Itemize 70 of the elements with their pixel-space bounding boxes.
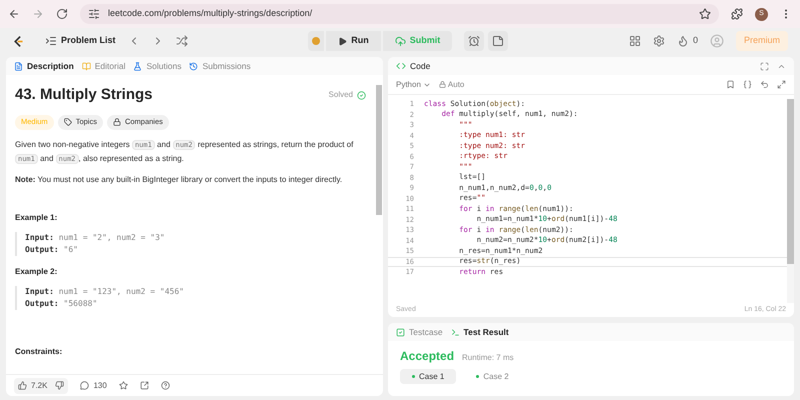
bookmark-star-icon[interactable] <box>699 8 711 20</box>
logo-icon[interactable] <box>12 34 25 48</box>
streak-icon <box>676 35 689 47</box>
panel-tab[interactable]: Description <box>14 60 74 72</box>
layout-icon[interactable] <box>628 35 641 47</box>
streak-count: 0 <box>692 34 698 48</box>
solved-status: Solved <box>328 89 353 102</box>
thumbs-down-icon[interactable] <box>55 381 64 390</box>
comment-count: 130 <box>93 380 107 392</box>
help-icon[interactable] <box>160 381 170 390</box>
constraints-heading: Constraints: <box>15 346 64 358</box>
like-count: 7.2K <box>31 380 48 392</box>
scrollbar[interactable] <box>787 99 794 303</box>
terminal-icon <box>450 328 460 336</box>
reload-icon[interactable] <box>56 8 68 20</box>
check-circle-icon <box>357 90 366 100</box>
problem-list-link[interactable]: Problem List <box>61 34 116 48</box>
comment-icon[interactable] <box>80 381 90 390</box>
address-bar[interactable]: leetcode.com/problems/multiply-strings/description/ <box>80 4 719 24</box>
example-line: Output: "56088" <box>25 298 98 310</box>
bookmark-icon[interactable] <box>726 80 735 89</box>
thumbs-up-icon[interactable] <box>18 381 27 390</box>
extensions-icon[interactable] <box>731 8 743 20</box>
panel-title: Code <box>410 60 430 72</box>
site-settings-icon[interactable] <box>88 8 100 20</box>
example-line: Output: "6" <box>25 244 79 256</box>
alarm-clock-icon <box>468 35 480 47</box>
settings-icon[interactable] <box>652 35 665 47</box>
url-text: leetcode.com/problems/multiply-strings/description/ <box>108 7 312 20</box>
tag-icon <box>64 118 72 126</box>
mode-label: Auto <box>448 78 464 90</box>
case-tab[interactable]: Case 1 <box>400 369 456 384</box>
code-icon <box>396 61 406 71</box>
list-icon[interactable] <box>45 35 57 47</box>
notes-button[interactable] <box>488 31 508 51</box>
checkbox-icon <box>396 328 405 336</box>
tab-icon <box>82 62 91 70</box>
example-line: Input: num1 = "123", num2 = "456" <box>25 286 185 298</box>
star-icon[interactable] <box>118 381 128 390</box>
lock-icon <box>112 118 121 126</box>
example-heading: Example 2: <box>15 266 58 278</box>
fullscreen-icon[interactable] <box>760 62 769 70</box>
run-button[interactable]: Run <box>326 31 381 51</box>
panel-tab[interactable]: Solutions <box>133 60 182 72</box>
case-tab[interactable]: Case 2 <box>464 369 521 384</box>
panel-tab[interactable]: Test Result <box>450 326 509 338</box>
example-line: Input: num1 = "2", num2 = "3" <box>25 232 166 244</box>
note-text: Note: You must not use any built-in BigInteger library or convert the inputs to integer directly. <box>15 174 344 186</box>
panel-tab[interactable]: Testcase <box>396 326 443 338</box>
play-icon <box>338 36 348 46</box>
tab-icon <box>189 62 198 70</box>
shuffle-icon[interactable] <box>176 35 188 47</box>
language-select[interactable]: Python <box>396 78 431 90</box>
runtime-text: Runtime: 7 ms <box>462 352 514 364</box>
cloud-upload-icon <box>394 36 406 46</box>
reset-icon[interactable] <box>760 80 769 89</box>
format-icon[interactable] <box>743 80 752 89</box>
timer-button[interactable] <box>464 31 484 51</box>
panel-tab[interactable]: Submissions <box>189 60 251 72</box>
problem-title: 43. Multiply Strings <box>15 85 153 105</box>
lock-icon <box>438 81 446 88</box>
example-heading: Example 1: <box>15 212 58 224</box>
back-icon[interactable] <box>8 8 20 20</box>
tab-icon <box>133 62 142 70</box>
verdict-text: Accepted <box>400 348 454 365</box>
note-icon <box>492 35 504 47</box>
panel-tab[interactable]: Editorial <box>82 60 126 72</box>
tab-icon <box>14 62 23 70</box>
share-icon[interactable] <box>140 381 149 390</box>
expand-icon[interactable] <box>777 80 786 89</box>
